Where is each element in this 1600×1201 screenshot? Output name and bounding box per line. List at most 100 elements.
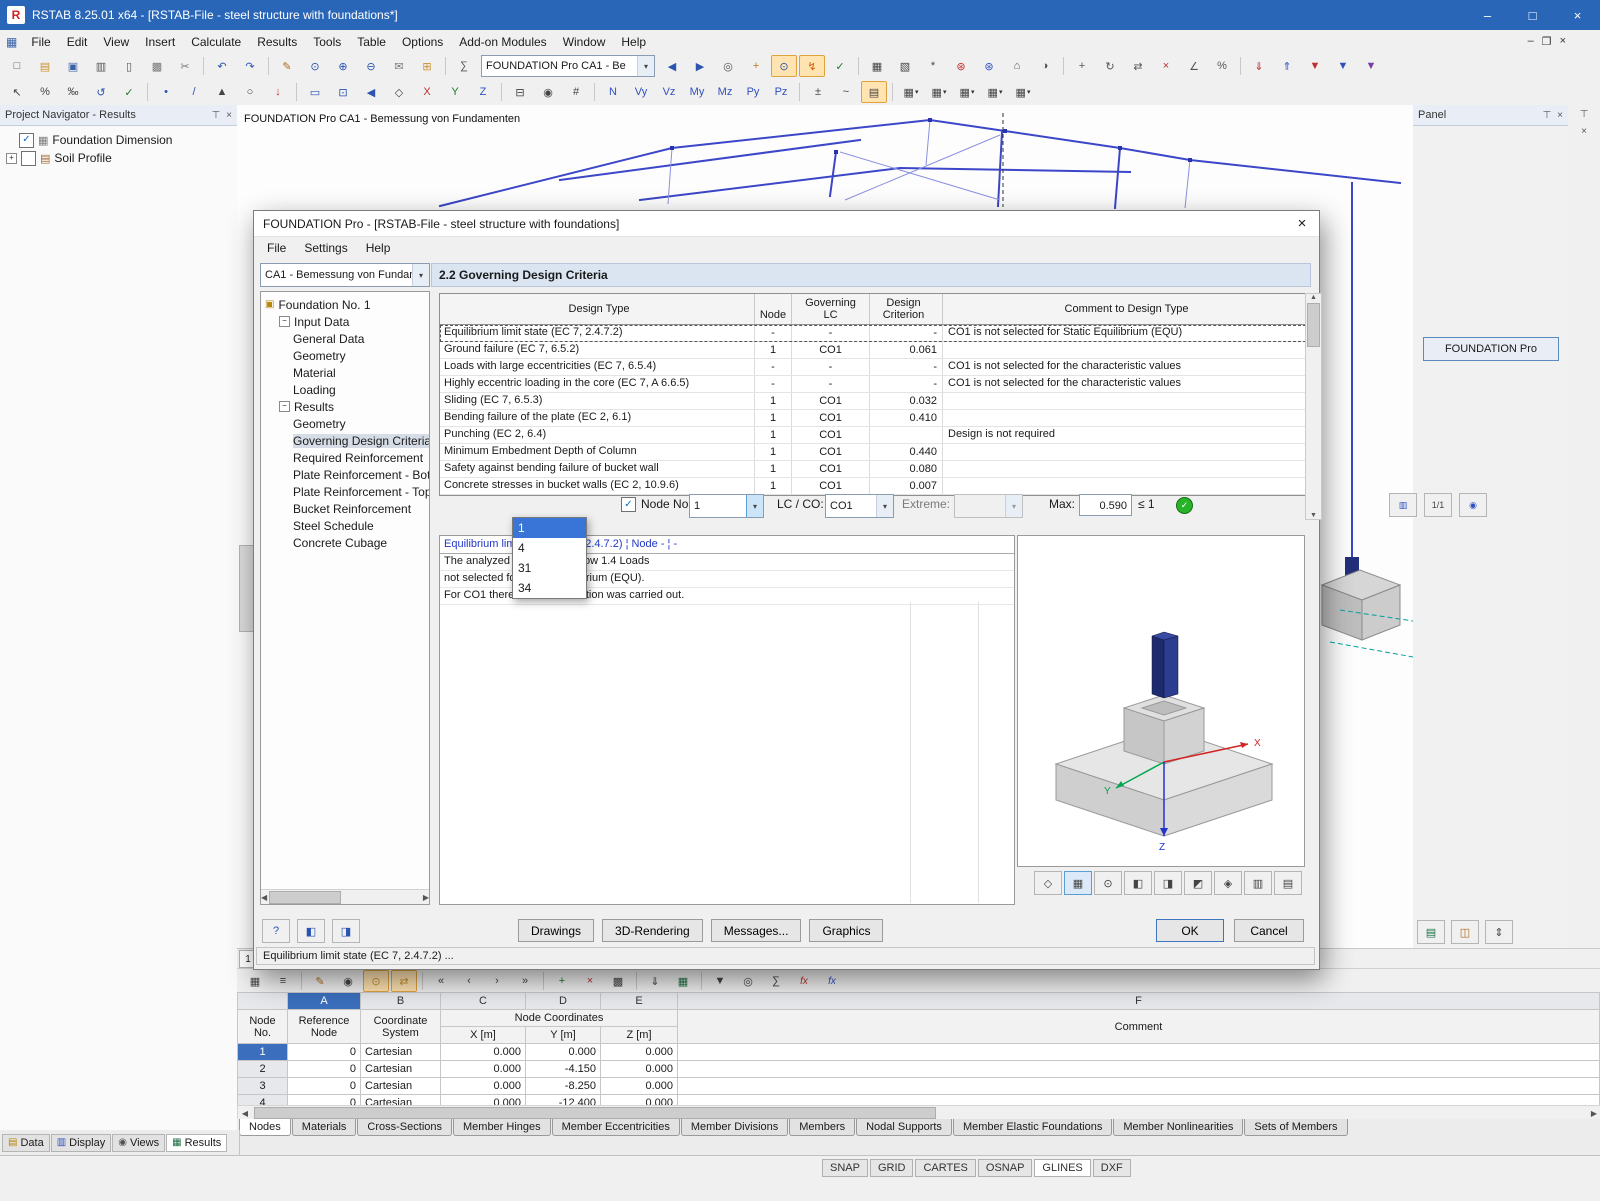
maximize-button[interactable]: □ xyxy=(1510,0,1555,30)
result-diagrams-button[interactable]: ▥ xyxy=(1389,493,1417,517)
menu-file[interactable]: File xyxy=(23,32,58,52)
cell-system[interactable]: Cartesian xyxy=(360,1060,441,1078)
rendering-mode-button[interactable]: ▦ xyxy=(1064,871,1092,895)
select-pointer-icon[interactable]: ↖ xyxy=(4,81,30,103)
printout-report-1-icon[interactable]: ▼ xyxy=(1302,55,1328,77)
cell-system[interactable]: Cartesian xyxy=(360,1043,441,1061)
scrollbar-thumb[interactable] xyxy=(269,890,342,904)
cell-system[interactable]: Cartesian xyxy=(360,1077,441,1095)
dialog-close-button[interactable]: × xyxy=(1285,211,1319,237)
printout-report-2-icon[interactable]: ▼ xyxy=(1330,55,1356,77)
table-tab-members[interactable]: Members xyxy=(789,1119,856,1136)
results-n-icon[interactable]: N xyxy=(600,81,626,103)
formula-red-icon[interactable]: fx xyxy=(791,970,817,992)
import-data-icon[interactable]: ⇓ xyxy=(1246,55,1272,77)
cell-z[interactable]: 0.000 xyxy=(600,1077,678,1095)
print-graphic-button[interactable]: ▤ xyxy=(1274,871,1302,895)
results-mz-icon[interactable]: Mz xyxy=(712,81,738,103)
copy-row-icon[interactable]: ▩ xyxy=(605,970,631,992)
tree-item-geometry[interactable]: Geometry xyxy=(261,347,429,364)
regenerate-model-icon[interactable]: ↺ xyxy=(88,81,114,103)
cell-x[interactable]: 0.000 xyxy=(440,1077,526,1095)
tree-item-bucket-reinforcement[interactable]: Bucket Reinforcement xyxy=(261,500,429,517)
table-vertical-scrollbar[interactable]: ▲ ▼ xyxy=(1305,293,1322,520)
toggle-grid[interactable]: GRID xyxy=(869,1159,914,1177)
copy-icon[interactable]: ▩ xyxy=(144,55,170,77)
new-node-icon[interactable]: • xyxy=(153,81,179,103)
row-number[interactable]: 1 xyxy=(237,1043,288,1061)
import-table-icon[interactable]: ⇓ xyxy=(642,970,668,992)
go-next-row-icon[interactable]: › xyxy=(484,970,510,992)
node-combo[interactable]: 1 ▾ xyxy=(689,494,764,518)
lc-combo[interactable]: CO1 ▾ xyxy=(825,494,894,518)
zoom-window-icon[interactable]: ▭ xyxy=(302,81,328,103)
table-group-5-icon[interactable]: ▦ ▾ xyxy=(1010,81,1036,103)
menu-options[interactable]: Options xyxy=(394,32,451,52)
model-check-icon[interactable]: ✓ xyxy=(116,81,142,103)
row-number[interactable]: 4 xyxy=(237,1094,288,1105)
edit-mode-icon[interactable]: ✎ xyxy=(274,55,300,77)
delete-objects-icon[interactable]: × xyxy=(1153,55,1179,77)
scrollbar-thumb[interactable] xyxy=(1307,303,1320,347)
pin-icon[interactable]: ⊤ xyxy=(1580,109,1589,120)
cell-ref[interactable]: 0 xyxy=(287,1077,361,1095)
zoom-preview-button[interactable]: ⊙ xyxy=(1094,871,1122,895)
cut-icon[interactable]: ✂ xyxy=(172,55,198,77)
design-criteria-row[interactable]: Bending failure of the plate (EC 2, 6.1)… xyxy=(440,410,1306,427)
comments-icon[interactable]: % xyxy=(1209,55,1235,77)
node-row[interactable]: 2 0 Cartesian 0.000 -4.150 0.000 xyxy=(237,1060,1600,1078)
fe-mesh-icon[interactable]: ▦ xyxy=(864,55,890,77)
find-in-table-icon[interactable]: ◎ xyxy=(735,970,761,992)
control-panel-toggle-icon[interactable]: ▤ xyxy=(861,81,887,103)
tree-item-steel-schedule[interactable]: Steel Schedule xyxy=(261,517,429,534)
close-icon[interactable]: × xyxy=(1581,126,1587,137)
column-letter-D[interactable]: D xyxy=(525,992,601,1010)
previous-module-icon[interactable]: ◀ xyxy=(659,55,685,77)
undo-icon[interactable]: ↶ xyxy=(209,55,235,77)
new-model-icon[interactable]: □ xyxy=(4,55,30,77)
cell-system[interactable]: Cartesian xyxy=(360,1094,441,1105)
node-option-34[interactable]: 34 xyxy=(513,578,586,598)
table-group-3-icon[interactable]: ▦ ▾ xyxy=(954,81,980,103)
close-button[interactable]: × xyxy=(1555,0,1600,30)
zoom-to-selection-icon[interactable]: ⊙ xyxy=(771,55,797,77)
pin-icon[interactable]: ⊤ xyxy=(1542,110,1551,121)
zoom-out-icon[interactable]: ⊖ xyxy=(358,55,384,77)
show-numbering-icon[interactable]: # xyxy=(563,81,589,103)
show-in-graphic-button[interactable]: ◉ xyxy=(1459,493,1487,517)
design-criteria-row[interactable]: Ground failure (EC 7, 6.5.2) 1 CO1 0.061 xyxy=(440,342,1306,359)
dialog-menu-file[interactable]: File xyxy=(258,238,295,258)
minimize-button[interactable]: – xyxy=(1465,0,1510,30)
sum-values-icon[interactable]: ∑ xyxy=(763,970,789,992)
new-member-icon[interactable]: / xyxy=(181,81,207,103)
save-model-icon[interactable]: ▣ xyxy=(60,55,86,77)
messages-button[interactable]: Messages... xyxy=(710,919,802,942)
calculation-icon[interactable]: ↯ xyxy=(799,55,825,77)
calculation-params-1-icon[interactable]: ⊛ xyxy=(948,55,974,77)
expand-icon[interactable]: + xyxy=(6,152,17,164)
tree-item-geometry[interactable]: Geometry xyxy=(261,415,429,432)
design-criteria-row[interactable]: Highly eccentric loading in the core (EC… xyxy=(440,376,1306,393)
values-table-button[interactable]: ▥ xyxy=(1244,871,1272,895)
move-objects-icon[interactable]: + xyxy=(1069,55,1095,77)
toggle-dxf[interactable]: DXF xyxy=(1092,1159,1131,1177)
cell-y[interactable]: 0.000 xyxy=(525,1043,601,1061)
collapse-icon[interactable]: − xyxy=(279,401,290,412)
cell-comment[interactable] xyxy=(677,1060,1600,1078)
navigator-item-foundation-dimension[interactable]: ✓ ▦ Foundation Dimension xyxy=(0,131,237,149)
child-restore-button[interactable]: ❐ xyxy=(1542,35,1552,48)
collapse-tree-button[interactable]: ◧ xyxy=(297,919,325,943)
perspective-view-button[interactable]: ◈ xyxy=(1214,871,1242,895)
column-letter-B[interactable]: B xyxy=(360,992,441,1010)
isometric-view-button[interactable]: ◇ xyxy=(1034,871,1062,895)
zoom-extents-icon[interactable]: ⊡ xyxy=(330,81,356,103)
edit-relative-icon[interactable]: ‰ xyxy=(60,81,86,103)
drawings-button[interactable]: Drawings xyxy=(518,919,595,942)
find-objects-icon[interactable]: ◎ xyxy=(715,55,741,77)
menu-table[interactable]: Table xyxy=(349,32,394,52)
node-row[interactable]: 3 0 Cartesian 0.000 -8.250 0.000 xyxy=(237,1077,1600,1095)
node-row[interactable]: 1 0 Cartesian 0.000 0.000 0.000 xyxy=(237,1043,1600,1061)
export-excel-icon[interactable]: ▦ xyxy=(670,970,696,992)
node-option-31[interactable]: 31 xyxy=(513,558,586,578)
new-load-icon[interactable]: ↓ xyxy=(265,81,291,103)
